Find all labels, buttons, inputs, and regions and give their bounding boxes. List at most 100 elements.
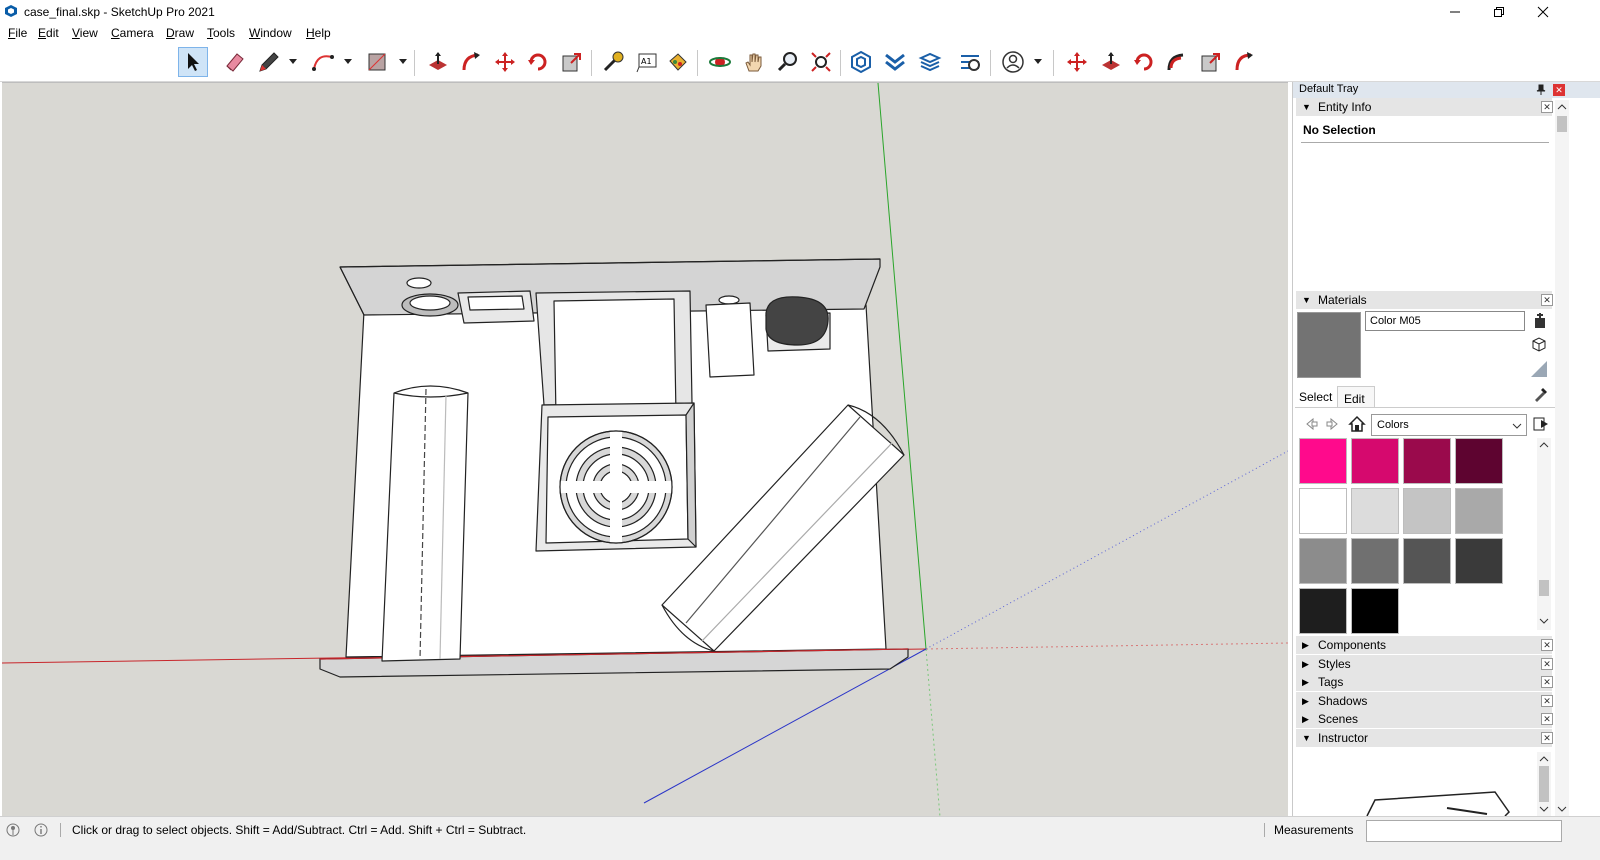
tab-select[interactable]: Select (1299, 390, 1332, 404)
styles-close-button[interactable]: ✕ (1541, 658, 1553, 670)
restore-button[interactable] (1476, 0, 1522, 24)
menu-help[interactable]: Help (306, 26, 331, 40)
home-icon[interactable] (1348, 415, 1366, 433)
scroll-up-icon[interactable] (1557, 102, 1567, 112)
scroll-up-icon[interactable] (1539, 440, 1549, 450)
rectangle-tool-button[interactable] (362, 47, 392, 77)
menu-file[interactable]: File (8, 26, 27, 40)
tags-close-button[interactable]: ✕ (1541, 676, 1553, 688)
orbit-tool-button[interactable] (705, 47, 735, 77)
materials-header[interactable]: ▼ Materials ✕ (1296, 291, 1553, 309)
menu-draw[interactable]: Draw (166, 26, 194, 40)
3d-warehouse-button[interactable] (846, 47, 876, 77)
eyedropper-icon[interactable] (1533, 386, 1549, 402)
follow-me-tool-button[interactable] (457, 47, 487, 77)
entity-info-header[interactable]: ▼ Entity Info ✕ (1296, 98, 1553, 116)
layout-button[interactable] (915, 47, 945, 77)
scenes-close-button[interactable]: ✕ (1541, 713, 1553, 725)
scroll-thumb[interactable] (1557, 116, 1567, 132)
tags-header[interactable]: ▶ Tags ✕ (1296, 673, 1553, 691)
eraser-tool-button[interactable] (220, 47, 250, 77)
zoom-extents-button[interactable] (806, 47, 836, 77)
follow-me-alt-button[interactable] (1162, 47, 1192, 77)
styles-header[interactable]: ▶ Styles ✕ (1296, 655, 1553, 673)
menu-view[interactable]: View (72, 26, 98, 40)
swatch-pink[interactable] (1299, 438, 1347, 484)
swatch-dark-gray[interactable] (1403, 538, 1451, 584)
model-materials-icon[interactable] (1530, 335, 1548, 353)
measurements-input[interactable] (1366, 820, 1562, 842)
push-pull-tool-button[interactable] (423, 47, 453, 77)
swatch-light-gray[interactable] (1351, 488, 1399, 534)
tape-measure-tool-button[interactable] (598, 47, 628, 77)
material-name-input[interactable] (1365, 311, 1525, 331)
scroll-up-icon[interactable] (1539, 754, 1549, 764)
materials-close-button[interactable]: ✕ (1541, 294, 1553, 306)
tab-edit[interactable]: Edit (1337, 386, 1375, 408)
pin-icon[interactable] (1535, 84, 1547, 96)
details-arrow-icon[interactable] (1533, 416, 1549, 432)
swatch-silver[interactable] (1403, 488, 1451, 534)
sample-paint-icon[interactable] (1529, 359, 1549, 379)
select-tool-button[interactable] (178, 47, 208, 77)
move-tool-alt-button[interactable] (1062, 47, 1092, 77)
tray-close-button[interactable]: ✕ (1553, 84, 1565, 96)
scroll-down-icon[interactable] (1539, 616, 1549, 626)
swatch-maroon[interactable] (1455, 438, 1503, 484)
swatch-scrollbar[interactable] (1537, 438, 1551, 630)
menu-camera[interactable]: Camera (111, 26, 154, 40)
arc-tool-button[interactable] (308, 47, 338, 77)
chevron-down-icon[interactable] (343, 56, 353, 66)
rotate-tool-button[interactable] (523, 47, 553, 77)
extension-warehouse-button[interactable] (880, 47, 910, 77)
back-arrow-icon[interactable] (1303, 416, 1319, 432)
3d-viewport[interactable] (2, 82, 1288, 816)
instructor-header[interactable]: ▼ Instructor ✕ (1296, 729, 1553, 747)
case-model[interactable] (319, 258, 909, 678)
text-tool-button[interactable]: A1 (632, 47, 662, 77)
minimize-button[interactable] (1432, 0, 1478, 24)
extension-manager-button[interactable] (955, 47, 985, 77)
components-close-button[interactable]: ✕ (1541, 639, 1553, 651)
menu-edit[interactable]: Edit (38, 26, 59, 40)
swatch-scroll-thumb[interactable] (1539, 580, 1549, 596)
swatch-black[interactable] (1351, 588, 1399, 634)
swatch-charcoal[interactable] (1455, 538, 1503, 584)
info-icon[interactable] (34, 823, 48, 837)
forward-arrow-icon[interactable] (1325, 416, 1341, 432)
scroll-down-icon[interactable] (1539, 804, 1549, 814)
swatch-white[interactable] (1299, 488, 1347, 534)
library-select[interactable]: Colors (1371, 414, 1527, 436)
chevron-down-icon[interactable] (398, 56, 408, 66)
scenes-header[interactable]: ▶ Scenes ✕ (1296, 710, 1553, 728)
swatch-dim-gray[interactable] (1351, 538, 1399, 584)
pan-tool-button[interactable] (739, 47, 769, 77)
push-pull-alt-button[interactable] (1096, 47, 1126, 77)
create-material-icon[interactable] (1533, 312, 1547, 330)
chevron-down-icon[interactable] (288, 56, 298, 66)
swatch-gray[interactable] (1455, 488, 1503, 534)
instructor-close-button[interactable]: ✕ (1541, 732, 1553, 744)
geo-location-icon[interactable] (6, 823, 20, 837)
tray-scrollbar[interactable] (1555, 100, 1569, 816)
scale-alt-button[interactable] (1196, 47, 1226, 77)
menu-window[interactable]: Window (249, 26, 292, 40)
swatch-magenta[interactable] (1351, 438, 1399, 484)
swatch-deep-magenta[interactable] (1403, 438, 1451, 484)
close-window-button[interactable] (1520, 0, 1566, 24)
rotate-alt-button[interactable] (1129, 47, 1159, 77)
entity-info-close-button[interactable]: ✕ (1541, 101, 1553, 113)
profile-button[interactable] (998, 47, 1028, 77)
zoom-tool-button[interactable] (773, 47, 803, 77)
offset-tool-button[interactable] (1229, 47, 1259, 77)
swatch-near-black[interactable] (1299, 588, 1347, 634)
instructor-scroll-thumb[interactable] (1539, 766, 1549, 802)
instructor-scrollbar[interactable] (1537, 752, 1551, 816)
shadows-close-button[interactable]: ✕ (1541, 695, 1553, 707)
chevron-down-icon[interactable] (1033, 56, 1043, 66)
line-tool-button[interactable] (254, 47, 284, 77)
scroll-down-icon[interactable] (1557, 804, 1567, 814)
scale-tool-button[interactable] (557, 47, 587, 77)
menu-tools[interactable]: Tools (207, 26, 235, 40)
shadows-header[interactable]: ▶ Shadows ✕ (1296, 692, 1553, 710)
